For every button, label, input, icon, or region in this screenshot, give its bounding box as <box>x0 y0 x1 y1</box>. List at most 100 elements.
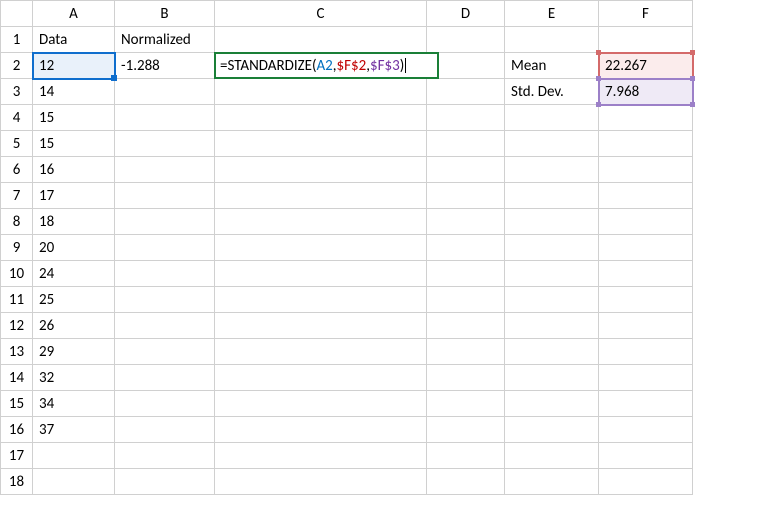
row-header-10[interactable]: 10 <box>1 261 33 287</box>
cell-B7[interactable] <box>115 183 215 209</box>
cell-B14[interactable] <box>115 365 215 391</box>
cell-E7[interactable] <box>505 183 599 209</box>
cell-A12[interactable]: 26 <box>33 313 115 339</box>
cell-C14[interactable] <box>215 365 427 391</box>
cell-F17[interactable] <box>599 443 693 469</box>
cell-D12[interactable] <box>427 313 505 339</box>
cell-A11[interactable]: 25 <box>33 287 115 313</box>
cell-A17[interactable] <box>33 443 115 469</box>
cell-B12[interactable] <box>115 313 215 339</box>
formula-editor[interactable]: =STANDARDIZE(A2, $F$2, $F$3) <box>214 52 439 79</box>
cell-A15[interactable]: 34 <box>33 391 115 417</box>
cell-A2[interactable]: 12 <box>33 53 115 79</box>
row-header-5[interactable]: 5 <box>1 131 33 157</box>
cell-E10[interactable] <box>505 261 599 287</box>
cell-E6[interactable] <box>505 157 599 183</box>
cell-F10[interactable] <box>599 261 693 287</box>
row-header-11[interactable]: 11 <box>1 287 33 313</box>
row-header-3[interactable]: 3 <box>1 79 33 105</box>
cell-F1[interactable] <box>599 27 693 53</box>
cell-F15[interactable] <box>599 391 693 417</box>
cell-B9[interactable] <box>115 235 215 261</box>
cell-E12[interactable] <box>505 313 599 339</box>
cell-B4[interactable] <box>115 105 215 131</box>
cell-E9[interactable] <box>505 235 599 261</box>
cell-D7[interactable] <box>427 183 505 209</box>
cell-A1[interactable]: Data <box>33 27 115 53</box>
cell-F6[interactable] <box>599 157 693 183</box>
cell-C17[interactable] <box>215 443 427 469</box>
cell-E18[interactable] <box>505 469 599 495</box>
cell-A6[interactable]: 16 <box>33 157 115 183</box>
row-header-1[interactable]: 1 <box>1 27 33 53</box>
cell-C16[interactable] <box>215 417 427 443</box>
row-header-2[interactable]: 2 <box>1 53 33 79</box>
cell-F8[interactable] <box>599 209 693 235</box>
cell-D15[interactable] <box>427 391 505 417</box>
cell-F9[interactable] <box>599 235 693 261</box>
cell-D1[interactable] <box>427 27 505 53</box>
cell-A16[interactable]: 37 <box>33 417 115 443</box>
cell-F14[interactable] <box>599 365 693 391</box>
row-header-14[interactable]: 14 <box>1 365 33 391</box>
cell-A14[interactable]: 32 <box>33 365 115 391</box>
row-header-8[interactable]: 8 <box>1 209 33 235</box>
cell-B18[interactable] <box>115 469 215 495</box>
cell-E1[interactable] <box>505 27 599 53</box>
select-all-corner[interactable] <box>1 1 33 27</box>
col-header-E[interactable]: E <box>505 1 599 27</box>
cell-D18[interactable] <box>427 469 505 495</box>
cell-E14[interactable] <box>505 365 599 391</box>
col-header-A[interactable]: A <box>33 1 115 27</box>
cell-F2[interactable]: 22.267 <box>599 53 693 79</box>
cell-F11[interactable] <box>599 287 693 313</box>
cell-D3[interactable] <box>427 79 505 105</box>
cell-C8[interactable] <box>215 209 427 235</box>
cell-A5[interactable]: 15 <box>33 131 115 157</box>
row-header-7[interactable]: 7 <box>1 183 33 209</box>
cell-E16[interactable] <box>505 417 599 443</box>
cell-C10[interactable] <box>215 261 427 287</box>
row-header-16[interactable]: 16 <box>1 417 33 443</box>
cell-C3[interactable] <box>215 79 427 105</box>
cell-A13[interactable]: 29 <box>33 339 115 365</box>
row-header-15[interactable]: 15 <box>1 391 33 417</box>
col-header-D[interactable]: D <box>427 1 505 27</box>
row-header-18[interactable]: 18 <box>1 469 33 495</box>
cell-F3[interactable]: 7.968 <box>599 79 693 105</box>
cell-E13[interactable] <box>505 339 599 365</box>
cell-D9[interactable] <box>427 235 505 261</box>
cell-F13[interactable] <box>599 339 693 365</box>
cell-E15[interactable] <box>505 391 599 417</box>
spreadsheet-grid[interactable]: A B C D E F 1DataNormalized212-1.288=STA… <box>0 0 693 495</box>
cell-C11[interactable] <box>215 287 427 313</box>
cell-E3[interactable]: Std. Dev. <box>505 79 599 105</box>
row-header-4[interactable]: 4 <box>1 105 33 131</box>
cell-C1[interactable] <box>215 27 427 53</box>
cell-F18[interactable] <box>599 469 693 495</box>
cell-F4[interactable] <box>599 105 693 131</box>
cell-F16[interactable] <box>599 417 693 443</box>
cell-D14[interactable] <box>427 365 505 391</box>
cell-C4[interactable] <box>215 105 427 131</box>
cell-A8[interactable]: 18 <box>33 209 115 235</box>
cell-C13[interactable] <box>215 339 427 365</box>
cell-E8[interactable] <box>505 209 599 235</box>
cell-C6[interactable] <box>215 157 427 183</box>
col-header-B[interactable]: B <box>115 1 215 27</box>
col-header-F[interactable]: F <box>599 1 693 27</box>
cell-C15[interactable] <box>215 391 427 417</box>
row-header-12[interactable]: 12 <box>1 313 33 339</box>
cell-A3[interactable]: 14 <box>33 79 115 105</box>
cell-B5[interactable] <box>115 131 215 157</box>
cell-B1[interactable]: Normalized <box>115 27 215 53</box>
cell-B2[interactable]: -1.288 <box>115 53 215 79</box>
cell-B3[interactable] <box>115 79 215 105</box>
cell-B17[interactable] <box>115 443 215 469</box>
cell-C12[interactable] <box>215 313 427 339</box>
cell-A4[interactable]: 15 <box>33 105 115 131</box>
row-header-13[interactable]: 13 <box>1 339 33 365</box>
cell-E17[interactable] <box>505 443 599 469</box>
cell-A7[interactable]: 17 <box>33 183 115 209</box>
cell-B8[interactable] <box>115 209 215 235</box>
